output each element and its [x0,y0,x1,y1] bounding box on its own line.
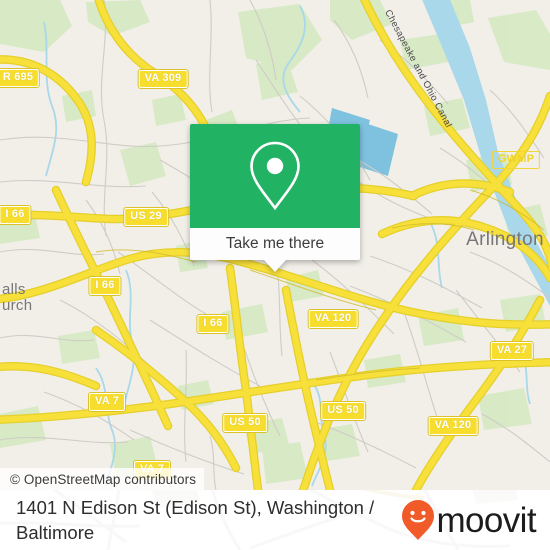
place-label-falls: alls [2,281,26,298]
road-shield[interactable]: VA 120 [427,416,479,436]
place-label-church: urch [2,297,33,314]
moovit-smiley-pin-icon [401,500,434,540]
place-label-arlington: Arlington [466,229,544,250]
moovit-map-screen: Arlington alls urch Chesapeake and Ohio … [0,0,550,550]
map-pin-icon [250,141,300,211]
road-shield[interactable]: I 66 [196,314,230,334]
osm-attribution[interactable]: © OpenStreetMap contributors [0,468,205,490]
moovit-wordmark: moovit [436,500,537,540]
location-address: 1401 N Edison St (Edison St), Washington… [16,497,375,543]
road-shield[interactable]: I 66 [0,205,32,225]
road-shield[interactable]: VA 7 [87,392,127,412]
map-canvas[interactable]: Arlington alls urch Chesapeake and Ohio … [0,0,550,490]
road-shield[interactable]: GWMP [491,151,541,169]
road-shield[interactable]: R 695 [0,68,41,88]
road-shield[interactable]: US 50 [222,413,268,433]
road-shield[interactable]: I 66 [88,276,122,296]
road-shield[interactable]: VA 120 [307,309,359,329]
road-shield[interactable]: US 50 [320,401,366,421]
location-callout[interactable]: Take me there [190,124,360,272]
road-shield[interactable]: VA 309 [137,69,189,89]
road-shield[interactable]: VA 27 [489,341,535,361]
callout-image-panel [190,124,360,228]
moovit-logo[interactable]: moovit [401,499,537,541]
take-me-there-button[interactable]: Take me there [190,228,360,260]
road-shield[interactable]: US 29 [123,207,169,227]
callout-pointer [264,260,286,272]
